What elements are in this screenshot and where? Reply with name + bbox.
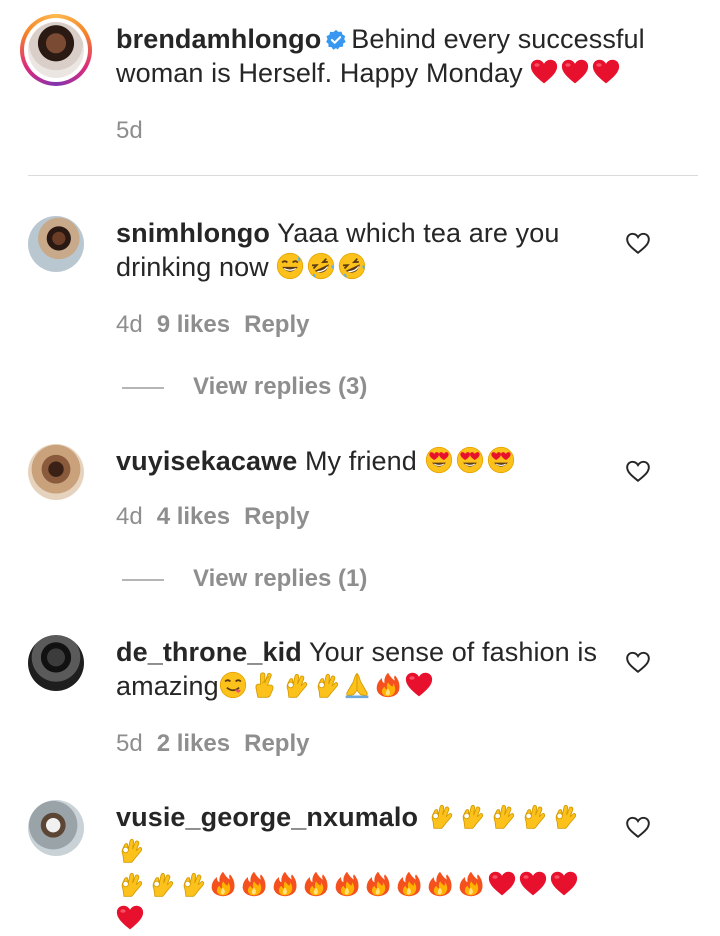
ok-hand-icon	[312, 671, 340, 699]
comment-time: 4d	[116, 311, 143, 338]
ok-hand-icon	[281, 671, 309, 699]
divider	[28, 175, 698, 176]
fire-icon	[374, 671, 402, 699]
crossed-fingers-icon	[250, 671, 278, 699]
ok-hand-icon	[550, 802, 578, 830]
heart-eyes-icon	[456, 446, 484, 474]
comment-time: 4d	[116, 503, 143, 530]
heart-eyes-icon	[487, 446, 515, 474]
comment-likes[interactable]: 2 likes	[157, 730, 230, 757]
comment-text-block: vuyisekacawe My friend	[116, 444, 606, 478]
view-replies-button[interactable]: View replies (1)	[193, 565, 367, 593]
comment-text-block: snimhlongo Yaaa which tea are you drinki…	[116, 216, 606, 284]
comment-likes[interactable]: 4 likes	[157, 503, 230, 530]
comment-meta: 4d 9 likes Reply	[116, 311, 323, 339]
caption-avatar	[28, 22, 84, 78]
ok-hand-icon	[457, 802, 485, 830]
comment-text-block: vusie_george_nxumalo	[116, 800, 606, 936]
verified-badge-icon	[326, 29, 347, 50]
red-heart-icon	[561, 58, 589, 86]
folded-hands-icon	[343, 671, 371, 699]
comment-meta: 5d 2 likes Reply	[116, 730, 323, 758]
caption-avatar-ring[interactable]	[20, 14, 92, 86]
ok-hand-icon	[488, 802, 516, 830]
comment-username[interactable]: de_throne_kid	[116, 637, 302, 667]
like-heart-icon[interactable]	[625, 230, 651, 256]
yum-icon	[219, 671, 247, 699]
ok-hand-icon	[116, 836, 144, 864]
caption-time: 5d	[116, 117, 143, 144]
view-replies-line	[122, 579, 164, 581]
comment-emojis	[276, 252, 369, 282]
ok-hand-icon	[519, 802, 547, 830]
commenter-avatar[interactable]	[28, 635, 84, 691]
red-heart-icon	[405, 671, 433, 699]
heart-eyes-icon	[425, 446, 453, 474]
view-replies-button[interactable]: View replies (3)	[193, 373, 367, 401]
reply-button[interactable]: Reply	[244, 503, 309, 530]
like-heart-icon[interactable]	[625, 814, 651, 840]
comment-username[interactable]: vuyisekacawe	[116, 446, 297, 476]
comment-username[interactable]: snimhlongo	[116, 218, 270, 248]
caption-emojis	[530, 58, 623, 88]
reply-button[interactable]: Reply	[244, 311, 309, 338]
caption-username[interactable]: brendamhlongo	[116, 24, 321, 54]
red-heart-icon	[116, 904, 144, 932]
like-heart-icon[interactable]	[625, 649, 651, 675]
rofl-icon	[338, 252, 366, 280]
comment-emojis	[425, 446, 518, 476]
commenter-avatar[interactable]	[28, 800, 84, 856]
comment-username[interactable]: vusie_george_nxumalo	[116, 802, 418, 832]
commenter-avatar[interactable]	[28, 444, 84, 500]
comment-emojis	[219, 671, 436, 701]
caption-text-block: brendamhlongo Behind every successful wom…	[116, 22, 696, 90]
commenter-avatar[interactable]	[28, 216, 84, 272]
comment-meta: 4d 4 likes Reply	[116, 503, 323, 531]
rofl-icon	[307, 252, 335, 280]
comment-time: 5d	[116, 730, 143, 757]
ok-hand-icon	[426, 802, 454, 830]
red-heart-icon	[530, 58, 558, 86]
comment-text: My friend	[304, 446, 417, 476]
caption-meta: 5d	[116, 117, 157, 145]
comment-likes[interactable]: 9 likes	[157, 311, 230, 338]
view-replies-line	[122, 387, 164, 389]
grinning-sweat-icon	[276, 252, 304, 280]
comment-text-block: de_throne_kid Your sense of fashion is a…	[116, 635, 606, 703]
like-heart-icon[interactable]	[625, 458, 651, 484]
red-heart-icon	[592, 58, 620, 86]
reply-button[interactable]: Reply	[244, 730, 309, 757]
